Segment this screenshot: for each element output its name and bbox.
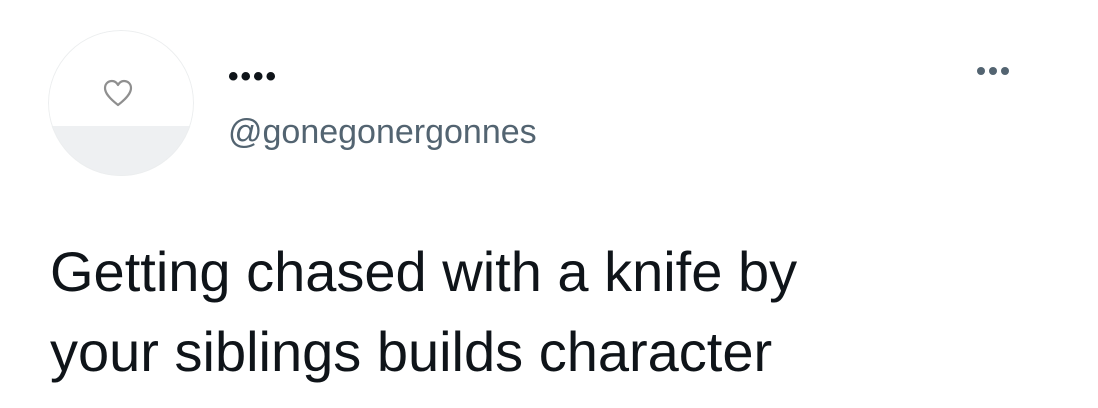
author-handle[interactable]: @gonegonergonnes xyxy=(228,110,537,154)
tweet-card: •••• @gonegonergonnes Getting chased wit… xyxy=(0,0,1098,408)
heart-icon xyxy=(103,79,133,107)
tweet-text-line: your siblings builds character xyxy=(50,320,773,383)
more-dot xyxy=(989,67,997,75)
tweet-text-line: Getting chased with a knife by xyxy=(50,240,798,303)
author-display-name[interactable]: •••• xyxy=(228,62,278,92)
tweet-text: Getting chased with a knife by your sibl… xyxy=(50,232,1070,392)
more-dot xyxy=(977,67,985,75)
more-dot xyxy=(1001,67,1009,75)
more-options-button[interactable] xyxy=(968,58,1018,84)
